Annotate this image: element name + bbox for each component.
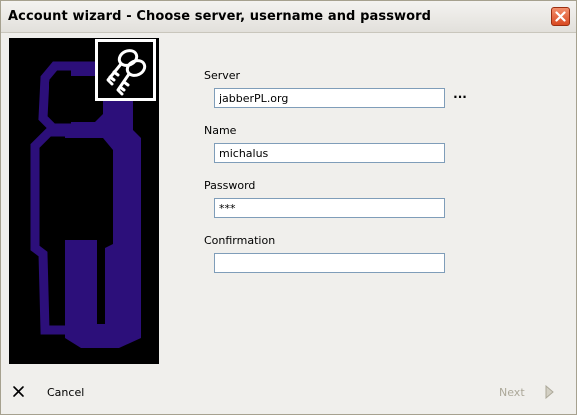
server-label: Server bbox=[204, 69, 241, 82]
server-browse-button[interactable]: ... bbox=[451, 88, 469, 103]
window-title: Account wizard - Choose server, username… bbox=[8, 9, 432, 24]
next-label: Next bbox=[499, 385, 525, 399]
title-bar: Account wizard - Choose server, username… bbox=[1, 1, 576, 33]
close-icon bbox=[555, 11, 566, 22]
confirmation-label: Confirmation bbox=[204, 234, 276, 247]
password-input[interactable] bbox=[214, 198, 445, 218]
name-label: Name bbox=[204, 124, 237, 137]
confirmation-input[interactable] bbox=[214, 253, 445, 273]
x-icon bbox=[13, 386, 24, 397]
next-button[interactable]: Next bbox=[499, 381, 565, 403]
account-wizard-window: Account wizard - Choose server, username… bbox=[0, 0, 577, 415]
server-input[interactable] bbox=[214, 88, 445, 108]
wizard-side-image bbox=[9, 38, 159, 364]
password-label: Password bbox=[204, 179, 256, 192]
close-button[interactable] bbox=[551, 7, 570, 26]
name-input[interactable] bbox=[214, 143, 445, 163]
arrow-right-icon bbox=[545, 385, 554, 399]
cancel-label: Cancel bbox=[47, 385, 85, 399]
cancel-button[interactable]: Cancel bbox=[11, 381, 91, 403]
keys-icon bbox=[95, 39, 156, 101]
